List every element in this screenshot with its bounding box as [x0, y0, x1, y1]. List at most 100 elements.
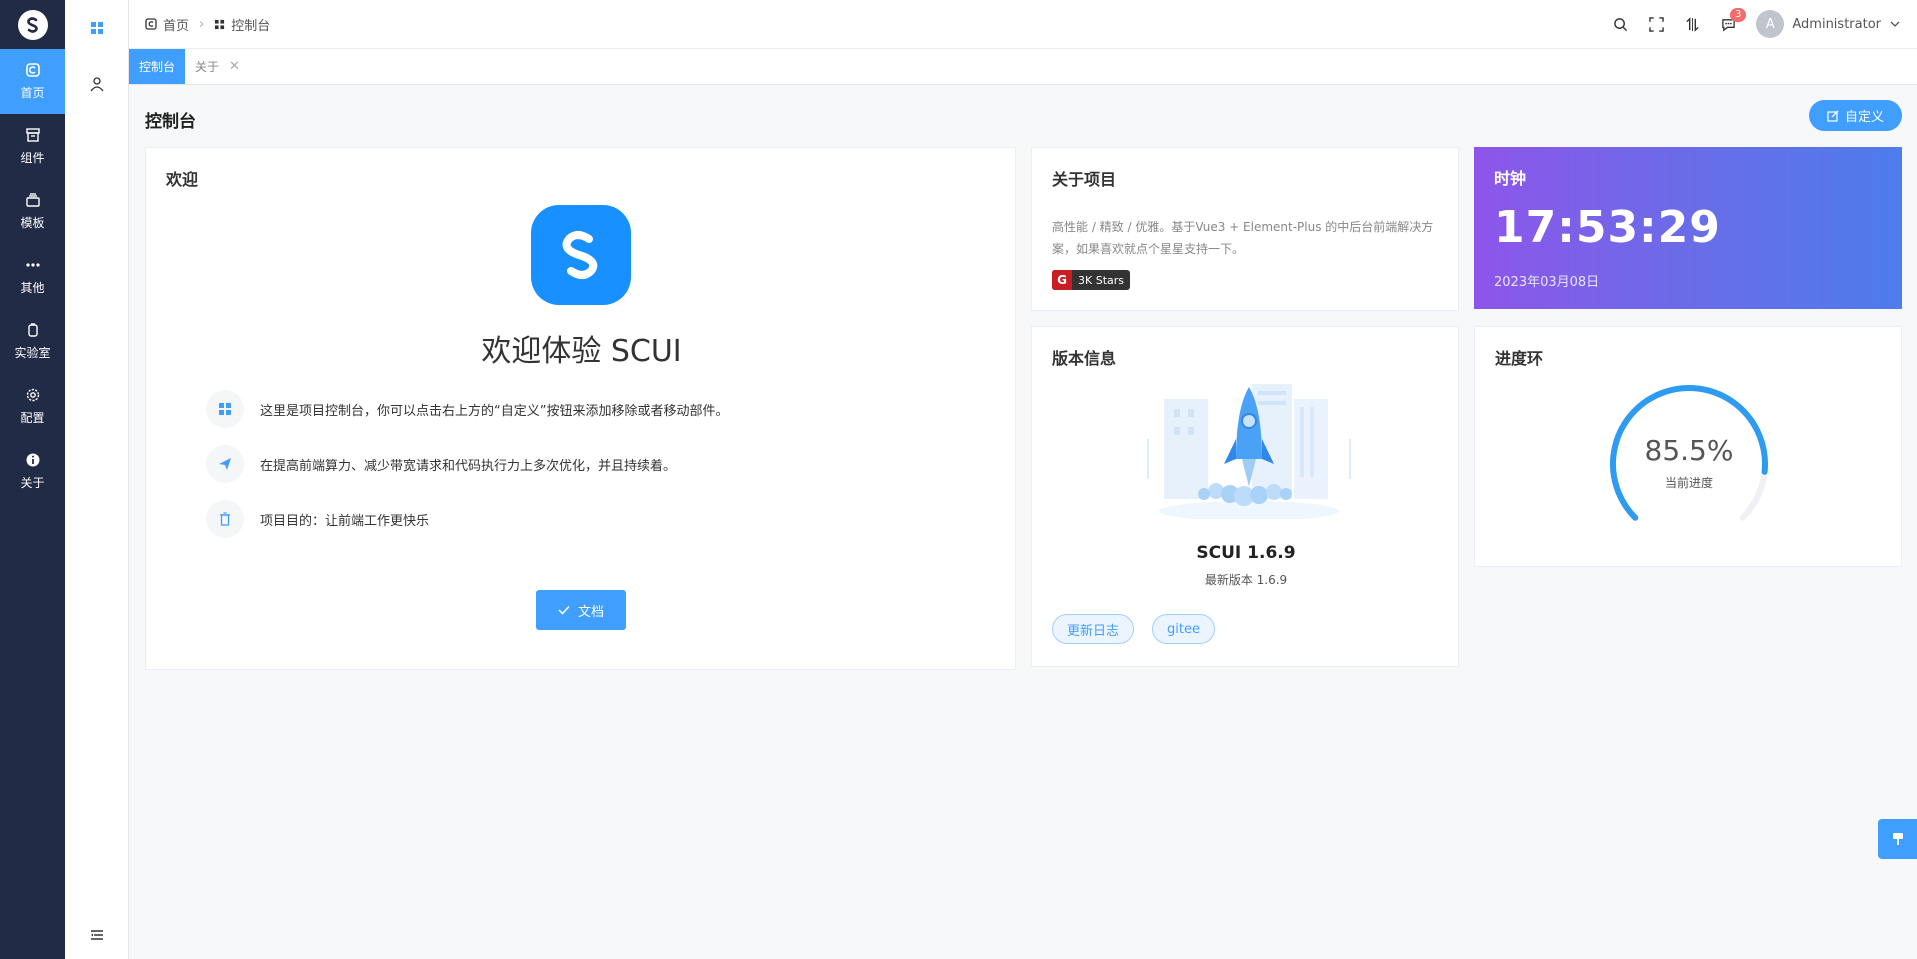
- breadcrumb: 首页 › 控制台: [145, 15, 270, 34]
- card-title: 时钟: [1494, 169, 1527, 188]
- box-icon: [25, 128, 40, 142]
- version-card: 版本信息 SCUI 1.6.9 最新版本 1.6.9 更新日志 gitee: [1031, 326, 1459, 667]
- version-name: SCUI 1.6.9: [1196, 543, 1296, 563]
- tab-bar: 控制台 关于 ✕: [129, 49, 1917, 85]
- stars-label: 3K Stars: [1078, 273, 1124, 287]
- clock-time: 17:53:29: [1494, 202, 1721, 253]
- more-icon: [25, 263, 40, 267]
- welcome-card: 欢迎 欢迎体验 SCUI 这里是项目控制台，你可以点击右上方的“自定义”按钮来添…: [145, 147, 1016, 670]
- sort-icon: [1686, 16, 1699, 32]
- menu-fold-icon: [91, 930, 103, 940]
- tab-label: 控制台: [139, 60, 176, 74]
- close-icon[interactable]: ✕: [229, 59, 240, 74]
- rail-item-components[interactable]: 组件: [0, 114, 65, 179]
- grid-icon: [206, 390, 244, 428]
- search-button[interactable]: [1602, 6, 1638, 42]
- brush-icon: [1892, 833, 1903, 845]
- sort-button[interactable]: [1674, 6, 1710, 42]
- top-header: 首页 › 控制台 3 A Administrator: [129, 0, 1917, 49]
- sub-sidebar: [65, 0, 129, 959]
- tab-label: 关于: [195, 60, 220, 74]
- rail-item-lab[interactable]: 实验室: [0, 309, 65, 374]
- customize-button[interactable]: 自定义: [1809, 100, 1902, 131]
- app-logo[interactable]: [0, 0, 65, 49]
- docs-label: 文档: [577, 604, 604, 620]
- latest-version: 最新版本 1.6.9: [1204, 573, 1288, 587]
- grid-icon: [215, 19, 225, 29]
- grid-icon: [91, 22, 103, 34]
- rail-label: 组件: [20, 151, 45, 165]
- rocket-illustration: [1147, 384, 1351, 519]
- progress-ring: 85.5% 当前进度: [1607, 382, 1771, 546]
- breadcrumb-current: 控制台: [214, 15, 270, 34]
- tab-dashboard[interactable]: 控制台: [129, 49, 186, 84]
- fullscreen-icon: [1649, 16, 1664, 32]
- rail-label: 配置: [20, 411, 45, 425]
- tab-about[interactable]: 关于 ✕: [185, 49, 250, 84]
- avatar: A: [1756, 10, 1785, 38]
- card-title: 关于项目: [1052, 170, 1117, 189]
- breadcrumb-home-label: 首页: [163, 18, 190, 34]
- breadcrumb-home[interactable]: 首页: [145, 15, 189, 34]
- sub-item-user[interactable]: [65, 56, 129, 112]
- messages-button[interactable]: 3: [1710, 6, 1747, 42]
- gear-icon: [26, 388, 39, 402]
- about-card: 关于项目 高性能 / 精致 / 优雅。基于Vue3 + Element-Plus…: [1031, 147, 1459, 311]
- changelog-button[interactable]: 更新日志: [1052, 614, 1135, 644]
- rail-label: 关于: [20, 476, 45, 490]
- page-title: 控制台: [145, 112, 196, 132]
- rail-item-about[interactable]: 关于: [0, 439, 65, 504]
- gitee-button[interactable]: gitee: [1152, 614, 1215, 644]
- feature-text: 项目目的：让前端工作更快乐: [260, 513, 430, 529]
- welcome-headline: 欢迎体验 SCUI: [481, 334, 682, 369]
- edit-icon: [1827, 110, 1839, 122]
- feature-row: 在提高前端算力、减少带宽请求和代码执行力上多次优化，并且持续着。: [206, 445, 676, 483]
- notification-badge: 3: [1730, 8, 1747, 22]
- info-icon: [26, 453, 39, 467]
- clock-date: 2023年03月08日: [1494, 275, 1600, 290]
- feature-row: 这里是项目控制台，你可以点击右上方的“自定义”按钮来添加移除或者移动部件。: [206, 390, 728, 428]
- logo-icon: [17, 9, 48, 40]
- template-icon: [25, 193, 40, 207]
- sub-item-dashboard[interactable]: [65, 0, 129, 56]
- feature-text: 这里是项目控制台，你可以点击右上方的“自定义”按钮来添加移除或者移动部件。: [260, 403, 729, 419]
- home-icon: [145, 18, 157, 30]
- card-title: 版本信息: [1052, 349, 1117, 368]
- progress-percent: 85.5%: [1644, 434, 1734, 467]
- rail-label: 实验室: [14, 346, 51, 360]
- header-tools: 3 A Administrator: [1602, 6, 1901, 42]
- home-icon: [25, 63, 40, 77]
- delete-icon: [206, 500, 244, 538]
- gitee-logo-icon: G: [1052, 270, 1072, 290]
- card-title: 进度环: [1495, 349, 1544, 368]
- progress-card: 进度环 85.5% 当前进度: [1474, 326, 1902, 567]
- breadcrumb-current-label: 控制台: [231, 18, 271, 34]
- rail-item-templates[interactable]: 模板: [0, 179, 65, 244]
- rail-item-other[interactable]: 其他: [0, 244, 65, 309]
- customize-label: 自定义: [1844, 110, 1884, 125]
- user-name: Administrator: [1792, 16, 1881, 32]
- stars-badge[interactable]: G 3K Stars: [1052, 270, 1130, 290]
- main-rail: 首页 组件 模板 其他 实验室 配置 关于: [0, 0, 65, 959]
- check-icon: [558, 605, 570, 615]
- fullscreen-button[interactable]: [1638, 6, 1674, 42]
- docs-button[interactable]: 文档: [536, 590, 626, 630]
- send-icon: [206, 445, 244, 483]
- theme-drawer-button[interactable]: [1878, 819, 1917, 859]
- user-menu[interactable]: A Administrator: [1756, 10, 1901, 38]
- collapse-menu-button[interactable]: [65, 923, 129, 947]
- rail-item-settings[interactable]: 配置: [0, 374, 65, 439]
- clock-card: 时钟 17:53:29 2023年03月08日: [1474, 147, 1902, 309]
- feature-text: 在提高前端算力、减少带宽请求和代码执行力上多次优化，并且持续着。: [260, 458, 677, 474]
- lab-icon: [27, 323, 38, 337]
- rail-label: 首页: [20, 86, 45, 100]
- search-icon: [1614, 17, 1627, 31]
- rail-label: 其他: [20, 281, 45, 295]
- chevron-down-icon: [1890, 21, 1900, 27]
- rail-label: 模板: [20, 216, 45, 230]
- scui-logo-icon: [531, 205, 631, 305]
- rail-item-home[interactable]: 首页: [0, 49, 65, 114]
- progress-label: 当前进度: [1664, 476, 1713, 490]
- chevron-right-icon: ›: [199, 16, 205, 32]
- card-title: 欢迎: [166, 170, 199, 189]
